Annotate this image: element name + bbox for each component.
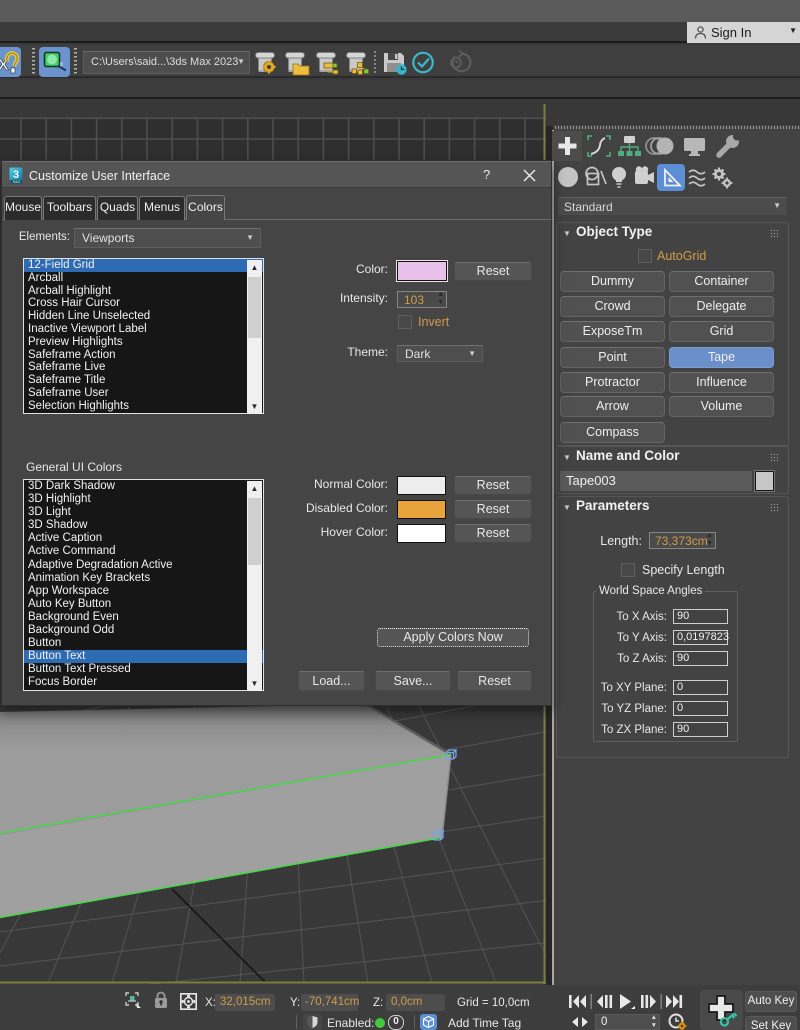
svg-text:3: 3 bbox=[13, 169, 19, 181]
svg-text:MAX: MAX bbox=[13, 180, 21, 184]
